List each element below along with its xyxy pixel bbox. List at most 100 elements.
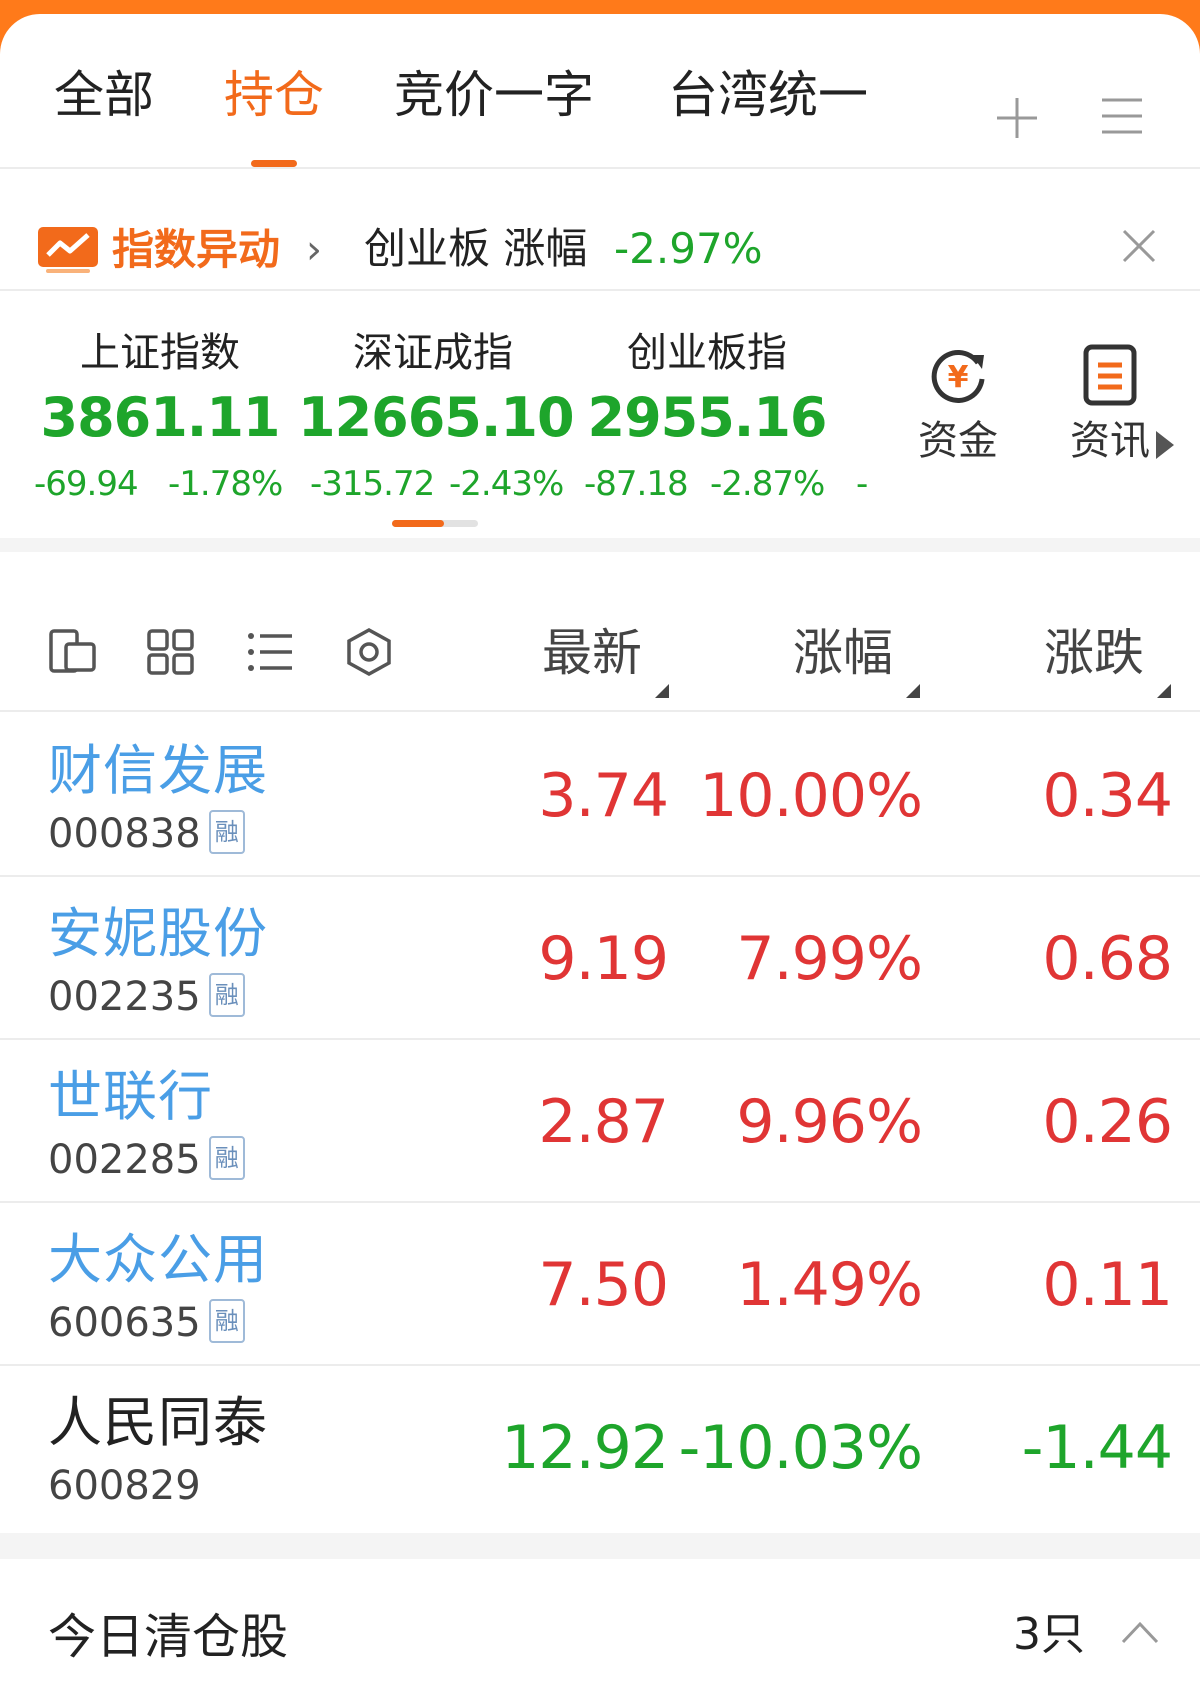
margin-badge: 融 xyxy=(208,973,245,1017)
stock-name: 安妮股份 xyxy=(48,902,268,965)
alert-change: -2.97% xyxy=(614,224,763,273)
section-divider xyxy=(0,538,1200,552)
stock-code-wrap: 002285 融 xyxy=(48,1136,245,1184)
sort-icon xyxy=(655,684,669,698)
stock-pct: 1.49% xyxy=(736,1250,923,1320)
index-alert-bar[interactable]: 指数异动 › 创业板 涨幅 -2.97% xyxy=(0,171,1200,291)
stock-row[interactable]: 财信发展 000838 融 3.74 10.00% 0.34 xyxy=(0,714,1200,877)
settings-hex-icon[interactable] xyxy=(344,628,394,676)
yuan-cycle-icon: ¥ xyxy=(931,349,985,403)
stock-last: 7.50 xyxy=(538,1250,669,1320)
svg-text:¥: ¥ xyxy=(948,360,969,395)
stock-change: 0.11 xyxy=(1042,1250,1173,1320)
stock-code: 002235 xyxy=(48,974,201,1020)
tab-all[interactable]: 全部 xyxy=(54,70,154,120)
stock-code-wrap: 000838 融 xyxy=(48,810,245,858)
index-value: 2955.16 xyxy=(587,386,828,449)
funds-button[interactable]: ¥ 资金 xyxy=(898,343,1018,461)
tab-holdings[interactable]: 持仓 xyxy=(224,70,324,120)
stack-cards-icon[interactable] xyxy=(48,628,98,676)
stock-change: -1.44 xyxy=(1021,1413,1173,1483)
grid-view-icon[interactable] xyxy=(146,628,196,676)
stock-name: 财信发展 xyxy=(48,739,268,802)
column-header-chg[interactable]: 涨跌 xyxy=(1044,628,1144,678)
cleared-today-section[interactable]: 今日清仓股 3只 xyxy=(0,1559,1200,1692)
stock-code: 600829 xyxy=(48,1463,201,1509)
stock-code: 600635 xyxy=(48,1300,201,1346)
stock-code-wrap: 600829 xyxy=(48,1466,201,1506)
stock-last: 2.87 xyxy=(538,1087,669,1157)
tab-taiwan-unify[interactable]: 台湾统一 xyxy=(668,70,868,120)
sort-icon xyxy=(1157,684,1171,698)
stock-pct: 7.99% xyxy=(736,924,923,994)
tab-auction-limit[interactable]: 竞价一字 xyxy=(394,70,594,120)
margin-badge: 融 xyxy=(208,1299,245,1343)
stock-pct: -10.03% xyxy=(678,1413,923,1483)
news-button[interactable]: 资讯 xyxy=(1050,343,1170,461)
index-change: -87.18 xyxy=(584,464,689,504)
tool-label: 资金 xyxy=(918,418,998,464)
column-header-pct[interactable]: 涨幅 xyxy=(793,628,893,678)
index-change: -315.72 xyxy=(310,464,435,504)
tool-label: 资讯 xyxy=(1070,418,1150,464)
index-card-chinext[interactable]: 创业板指 2955.16 xyxy=(572,333,842,445)
chevron-right-icon: › xyxy=(306,227,322,273)
stock-change: 0.26 xyxy=(1042,1087,1173,1157)
index-change: -69.94 xyxy=(34,464,139,504)
active-tab-indicator xyxy=(251,160,297,167)
index-value: 12665.10 xyxy=(298,386,575,449)
column-header-last[interactable]: 最新 xyxy=(542,628,642,678)
stock-code: 000838 xyxy=(48,811,201,857)
watchlist-sheet: 全部 持仓 竞价一字 台湾统一 指数异动 › 创业板 涨幅 -2.97% 上证指… xyxy=(0,14,1200,1692)
index-strip: 上证指数 3861.11 -69.94 -1.78% 深证成指 12665.10… xyxy=(0,293,1200,538)
stock-code-wrap: 002235 融 xyxy=(48,973,245,1021)
page-indicator xyxy=(392,520,478,527)
cleared-count: 3只 xyxy=(1013,1609,1085,1660)
section-divider xyxy=(0,1533,1200,1559)
index-pct: -2.43% xyxy=(449,464,564,504)
stock-name: 大众公用 xyxy=(48,1228,268,1291)
stock-pct: 9.96% xyxy=(736,1087,923,1157)
index-value: 3861.11 xyxy=(40,386,281,449)
index-name: 上证指数 xyxy=(80,330,240,376)
stock-last: 12.92 xyxy=(501,1413,669,1483)
trend-chart-icon xyxy=(38,227,98,273)
index-pct: -1.78% xyxy=(168,464,283,504)
stock-code-wrap: 600635 融 xyxy=(48,1299,245,1347)
play-more-icon[interactable] xyxy=(1156,431,1174,459)
stock-row[interactable]: 世联行 002285 融 2.87 9.96% 0.26 xyxy=(0,1040,1200,1203)
stock-last: 9.19 xyxy=(538,924,669,994)
page-indicator-active xyxy=(392,520,444,527)
alert-text: 创业板 涨幅 xyxy=(364,224,588,273)
index-pct: -2.87% xyxy=(710,464,825,504)
index-more-truncated: - xyxy=(856,464,868,504)
alert-brand: 指数异动 xyxy=(112,225,281,274)
list-view-icon[interactable] xyxy=(246,628,296,676)
stock-row[interactable]: 大众公用 600635 融 7.50 1.49% 0.11 xyxy=(0,1203,1200,1366)
list-header: 最新 涨幅 涨跌 xyxy=(0,552,1200,712)
stock-row[interactable]: 安妮股份 002235 融 9.19 7.99% 0.68 xyxy=(0,877,1200,1040)
stock-change: 0.68 xyxy=(1042,924,1173,994)
plus-icon[interactable] xyxy=(995,96,1039,140)
tab-bar: 全部 持仓 竞价一字 台湾统一 xyxy=(0,14,1200,169)
index-name: 创业板指 xyxy=(627,330,787,376)
margin-badge: 融 xyxy=(208,810,245,854)
stock-name: 人民同泰 xyxy=(48,1391,268,1454)
menu-icon[interactable] xyxy=(1100,96,1144,136)
stock-list: 财信发展 000838 融 3.74 10.00% 0.34 安妮股份 00223… xyxy=(0,714,1200,1529)
stock-code: 002285 xyxy=(48,1137,201,1183)
index-card-shanghai[interactable]: 上证指数 3861.11 xyxy=(25,333,295,445)
cleared-label: 今日清仓股 xyxy=(48,1609,289,1665)
index-card-shenzhen[interactable]: 深证成指 12665.10 xyxy=(298,330,575,449)
close-icon[interactable] xyxy=(1120,227,1158,265)
index-name: 深证成指 xyxy=(353,330,513,376)
stock-change: 0.34 xyxy=(1042,761,1173,831)
stock-pct: 10.00% xyxy=(699,761,923,831)
margin-badge: 融 xyxy=(208,1136,245,1180)
chevron-up-icon[interactable] xyxy=(1120,1619,1160,1645)
stock-last: 3.74 xyxy=(538,761,669,831)
news-doc-icon xyxy=(1083,344,1137,406)
sort-icon xyxy=(906,684,920,698)
stock-row[interactable]: 人民同泰 600829 12.92 -10.03% -1.44 xyxy=(0,1366,1200,1529)
stock-name: 世联行 xyxy=(48,1065,213,1128)
